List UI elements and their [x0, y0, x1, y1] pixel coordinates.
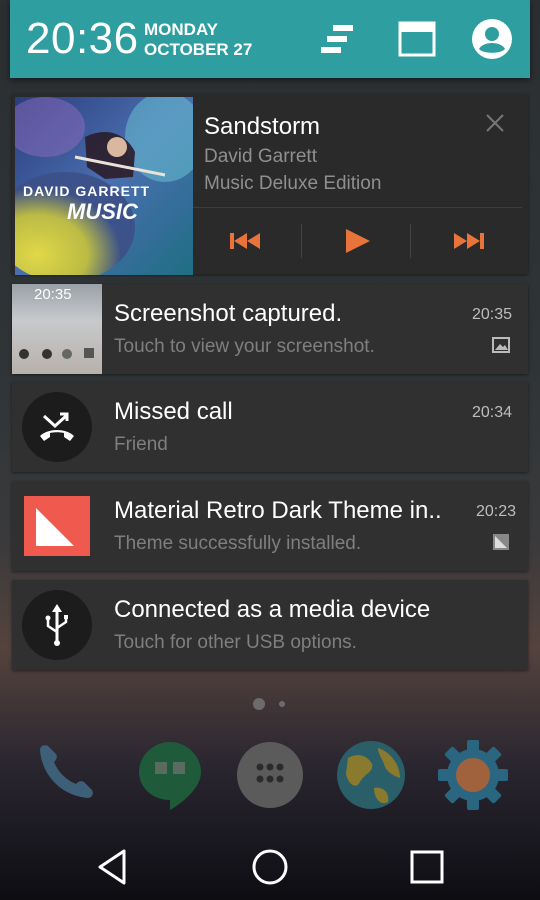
- usb-badge: [22, 590, 92, 660]
- previous-icon[interactable]: [226, 226, 266, 256]
- track-artist: David Garrett: [204, 146, 317, 167]
- theme-app-icon: [24, 496, 90, 556]
- album-art-title: MUSIC: [67, 199, 138, 224]
- media-player-card[interactable]: DAVID GARRETT MUSIC Sandstorm David Garr…: [12, 94, 528, 275]
- thumbnail-homescreen: [19, 348, 94, 359]
- notification-time: 20:35: [471, 306, 512, 323]
- app-drawer-icon[interactable]: [233, 738, 307, 812]
- track-title: Sandstorm: [204, 113, 321, 140]
- notification-screenshot[interactable]: 20:35 Screenshot captured. Touch to view…: [12, 284, 528, 374]
- album-art[interactable]: DAVID GARRETT MUSIC: [15, 97, 193, 275]
- album-art-artist: DAVID GARRETT: [23, 183, 151, 199]
- track-album: Music Deluxe Edition: [204, 173, 382, 194]
- date-label: OCTOBER 27: [144, 40, 253, 59]
- notification-header: 20:36 MONDAY OCTOBER 27: [10, 0, 530, 78]
- hangouts-icon[interactable]: [133, 738, 207, 812]
- clock: 20:36: [26, 14, 139, 63]
- settings-sliders-icon[interactable]: [315, 16, 361, 62]
- image-icon: [492, 337, 510, 353]
- back-icon[interactable]: [92, 845, 136, 889]
- screenshot-thumbnail: 20:35: [12, 284, 102, 374]
- notification-subtitle: Touch to view your screenshot.: [114, 336, 375, 357]
- notification-subtitle: Touch for other USB options.: [114, 632, 357, 653]
- notification-time: 20:34: [471, 404, 512, 421]
- notification-time: 20:23: [475, 503, 516, 520]
- page-indicator: [253, 698, 285, 710]
- notification-theme-installed[interactable]: Material Retro Dark Theme in.. Theme suc…: [12, 481, 528, 571]
- missed-call-badge: [22, 392, 92, 462]
- home-icon[interactable]: [248, 845, 292, 889]
- notification-title: Connected as a media device: [114, 596, 431, 623]
- theme-small-icon: [493, 534, 509, 550]
- date-block: MONDAY OCTOBER 27: [144, 20, 252, 60]
- quick-settings-icon[interactable]: [394, 16, 440, 62]
- notification-usb[interactable]: Connected as a media device Touch for ot…: [12, 580, 528, 670]
- notification-title: Missed call: [114, 398, 233, 425]
- control-separator: [410, 224, 411, 258]
- notification-subtitle: Friend: [114, 434, 168, 455]
- notification-title: Screenshot captured.: [114, 300, 343, 327]
- phone-icon[interactable]: [30, 738, 104, 812]
- earth-icon[interactable]: [334, 738, 408, 812]
- notification-missed-call[interactable]: Missed call Friend 20:34: [12, 382, 528, 472]
- notification-title: Material Retro Dark Theme in..: [114, 497, 442, 524]
- control-separator: [301, 224, 302, 258]
- play-icon[interactable]: [338, 226, 378, 256]
- next-icon[interactable]: [448, 226, 488, 256]
- notification-subtitle: Theme successfully installed.: [114, 533, 362, 554]
- account-icon[interactable]: [469, 16, 515, 62]
- day-label: MONDAY: [144, 20, 218, 39]
- usb-icon: [45, 604, 68, 646]
- recents-icon[interactable]: [405, 845, 449, 889]
- close-icon[interactable]: [484, 112, 506, 134]
- media-divider: [193, 207, 522, 208]
- settings-gear-icon[interactable]: [436, 738, 510, 812]
- missed-call-icon: [40, 412, 74, 441]
